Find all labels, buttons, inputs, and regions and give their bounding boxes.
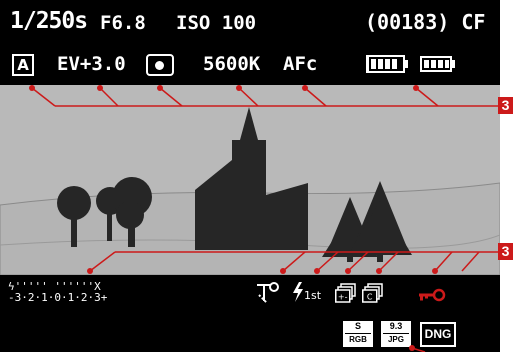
key-lock-icon: [419, 288, 446, 302]
camera-lcd-screen: 1/250s F6.8 ISO 100 (00183) CF A EV+3.0 …: [0, 0, 500, 352]
exposure-scale: ϟ''''' ''''''X -3·2·1·0·1·2·3+: [8, 281, 107, 303]
shots-remaining-card: (00183) CF: [365, 10, 486, 34]
settings-row: A EV+3.0 5600K AFc: [0, 48, 500, 80]
jpg-format-badge: 9.3 JPG: [381, 321, 411, 347]
jpg-format-label: JPG: [383, 333, 409, 345]
flash-sync-label: 1st: [304, 289, 322, 302]
exposure-scale-label: -3·2·1·0·1·2·3+: [8, 291, 108, 304]
focus-mode: AFc: [283, 53, 318, 75]
church-icon: [195, 107, 308, 250]
white-balance: 5600K: [203, 53, 261, 75]
aperture-value: F6.8: [100, 12, 146, 34]
spot-metering-icon: [146, 54, 174, 76]
top-info-bar: 1/250s F6.8 ISO 100 (00183) CF A EV+3.0 …: [0, 0, 500, 85]
rgb-format-label: RGB: [345, 333, 371, 345]
iso-value: ISO 100: [176, 12, 257, 34]
live-view-image: [0, 85, 500, 275]
self-timer-icon: [257, 282, 279, 304]
ev-compensation: EV+3.0: [57, 53, 126, 75]
dng-format-badge: DNG: [420, 322, 456, 347]
landscape-scene: [0, 107, 500, 275]
camera-display-figure: 1/250s F6.8 ISO 100 (00183) CF A EV+3.0 …: [0, 0, 513, 352]
bracketing-icon: +-: [335, 283, 356, 303]
svg-text:C: C: [367, 293, 373, 302]
camera-battery-icon: [420, 56, 455, 72]
jpg-format-size: 9.3: [389, 321, 403, 331]
svg-text:+-: +-: [338, 293, 348, 302]
callout-badge-bottom: 3: [498, 243, 513, 260]
exposure-mode-badge: A: [12, 54, 34, 76]
flash-icon: [293, 282, 303, 302]
shutter-speed: 1/250s: [10, 8, 88, 34]
rgb-format-badge: S RGB: [343, 321, 373, 347]
exposure-row: 1/250s F6.8 ISO 100 (00183) CF: [0, 8, 500, 38]
bottom-info-bar: ϟ''''' ''''''X -3·2·1·0·1·2·3+ 1st +- C …: [0, 275, 500, 352]
rgb-format-size: S: [354, 321, 361, 331]
grip-battery-icon: [366, 55, 408, 73]
callout-badge-top: 3: [498, 97, 513, 114]
continuous-shooting-icon: C: [362, 283, 383, 303]
